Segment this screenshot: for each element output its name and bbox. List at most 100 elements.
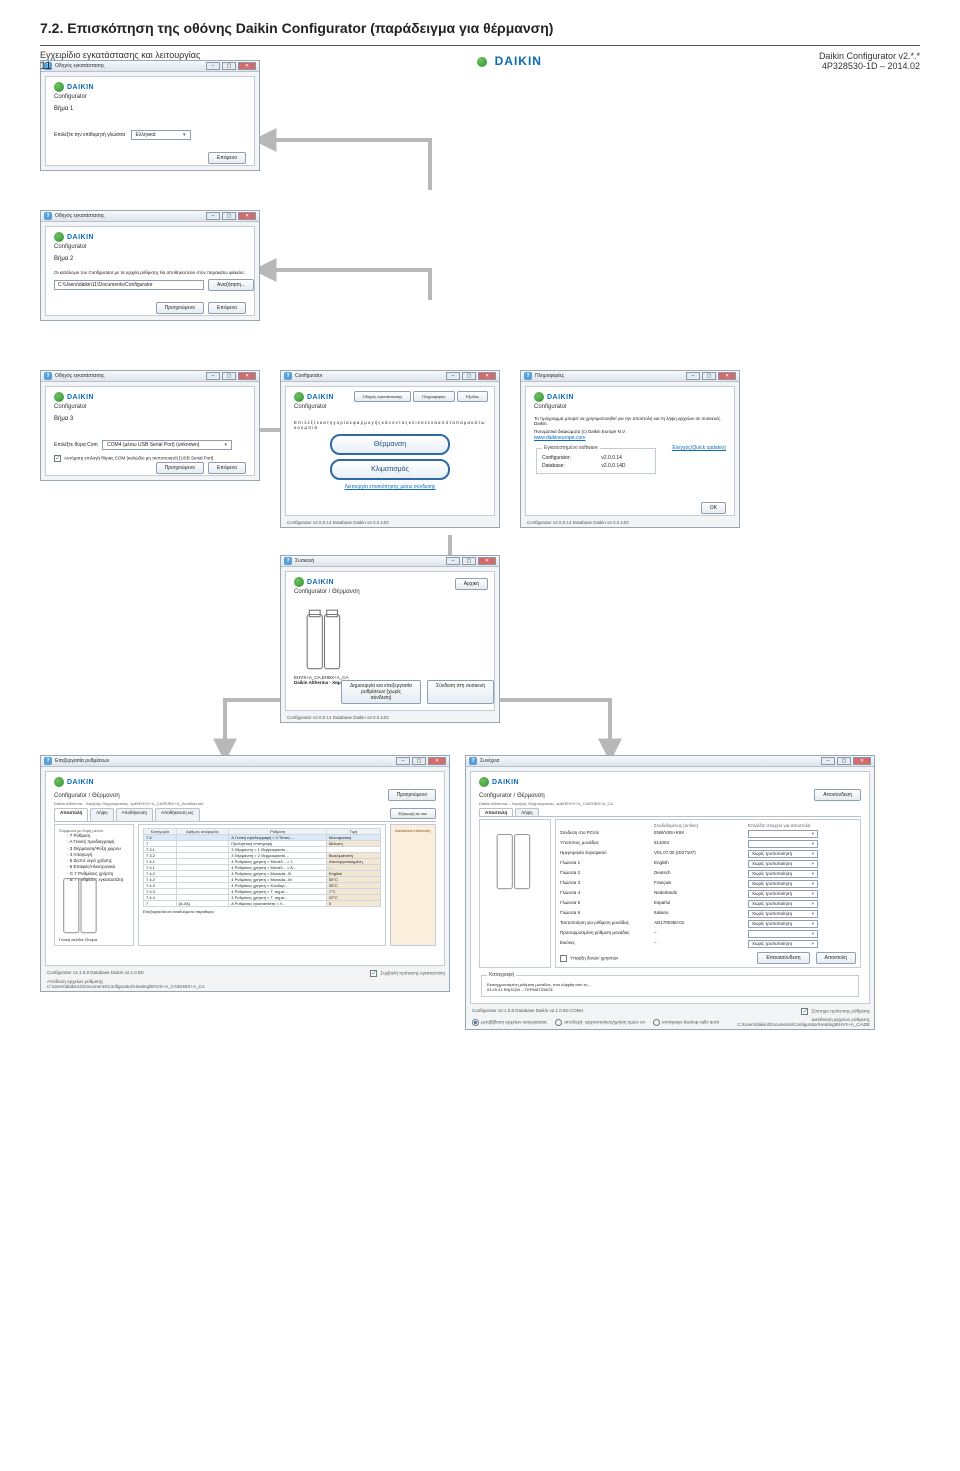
status-bar: Configurator v2.0.0.14 Database Daikin v… [521, 520, 739, 527]
tab-receive[interactable]: Λήψη [90, 808, 113, 821]
heating-button[interactable]: Θέρμανση [330, 434, 450, 455]
maximize-btn[interactable]: ▢ [702, 372, 716, 380]
minimize-btn[interactable]: – [686, 372, 700, 380]
minimize-btn[interactable]: – [206, 212, 220, 220]
minimize-btn[interactable]: – [396, 757, 410, 765]
installer-suggest-checkbox[interactable] [370, 970, 377, 977]
close-btn[interactable]: ✕ [853, 757, 871, 765]
app-icon: ? [44, 372, 52, 380]
wizard-step3-window: ?Οδηγός εγκατάστασης–▢✕ DAIKIN Configura… [40, 370, 260, 481]
kv-select[interactable]: Χωρίς τροποποίηση [748, 880, 818, 888]
tab-send[interactable]: Αποστολή [479, 808, 513, 816]
close-btn[interactable]: ✕ [428, 757, 446, 765]
online-mode-link[interactable]: Λειτουργία επισκόπησης μέσω σύνδεσης [345, 484, 436, 490]
language-dropdown[interactable]: Ελληνικά [131, 130, 191, 140]
close-btn[interactable]: ✕ [478, 557, 496, 565]
export-csv-button[interactable]: Εξαγωγή σε csv [390, 808, 437, 819]
close-btn[interactable]: ✕ [238, 212, 256, 220]
close-btn[interactable]: ✕ [718, 372, 736, 380]
maximize-btn[interactable]: ▢ [462, 372, 476, 380]
minimize-btn[interactable]: – [206, 372, 220, 380]
close-btn[interactable]: ✕ [478, 372, 496, 380]
kv-select[interactable]: Χωρίς τροποποίηση [748, 890, 818, 898]
kv-label: Υποτύπος μονάδας [560, 840, 650, 848]
maximize-btn[interactable]: ▢ [462, 557, 476, 565]
com-port-dropdown[interactable]: COM4 (μέσω USB Serial Port) (unknown) [102, 440, 232, 450]
about-url[interactable]: www.daikineurope.com [534, 435, 585, 441]
next-button[interactable]: Επόμενο [208, 302, 246, 314]
kv-select[interactable]: Χωρίς τροποποίηση [748, 920, 818, 928]
disconnect-button[interactable]: Αποσύνδεση [814, 789, 861, 801]
ok-button[interactable]: OK [701, 502, 726, 514]
kv-select[interactable]: Χωρίς τροποποίηση [748, 940, 818, 948]
send-button[interactable]: Αποστολή [816, 952, 856, 964]
app-subtitle: Configurator [54, 404, 246, 410]
dual-users-label: Υπαρξη δυτών χρηστών [570, 955, 618, 960]
minimize-btn[interactable]: – [446, 372, 460, 380]
tabstrip: Αποστολή Λήψη [479, 808, 861, 817]
resync-button[interactable]: Επανασύνδεση [757, 952, 809, 964]
install-path-input[interactable]: C:\Users\daikin11\Documents\Configurator [54, 280, 204, 290]
kv-value: Français [654, 880, 744, 888]
template-system-checkbox[interactable] [801, 1008, 808, 1015]
dual-users-checkbox[interactable] [560, 955, 567, 962]
table-footer-hint: Επεξεργασία σε αναδυόμενο παράθυρο [143, 909, 381, 914]
next-button[interactable]: Επόμενο [208, 152, 246, 164]
kv-select[interactable] [748, 830, 818, 838]
radio-option[interactable] [472, 1019, 479, 1026]
table-cell[interactable]: 0 [326, 901, 380, 907]
tab-receive[interactable]: Λήψη [515, 808, 538, 816]
tab-save[interactable]: Αποθήκευση [116, 808, 154, 821]
kv-label: Γλώσσα 6 [560, 910, 650, 918]
kv-select[interactable] [748, 930, 818, 938]
kv-select[interactable]: Χωρίς τροποποίηση [748, 910, 818, 918]
grid-col-blank [560, 823, 650, 828]
maximize-btn[interactable]: ▢ [222, 212, 236, 220]
kv-select[interactable] [748, 840, 818, 848]
connect-device-button[interactable]: Σύνδεση στη συσκευή [427, 680, 494, 704]
maximize-btn[interactable]: ▢ [837, 757, 851, 765]
breadcrumb: Daikin Altherma - Χαμηλής Θερμοκρασίας, … [54, 801, 436, 806]
cooling-button[interactable]: Κλιματισμός [330, 459, 450, 480]
settings-table[interactable]: Κατηγορία Αρθμός αναφοράς Ρύθμιση Τιμή 7… [143, 828, 381, 907]
table-cell[interactable]: A Ρυθμίσεις εγκαταστάτη > Λ... [229, 901, 327, 907]
radio-option[interactable] [653, 1019, 660, 1026]
back-button[interactable]: Προηγούμενο [388, 789, 436, 801]
installer-suggest-label: Συμβολή πρότασης εγκαταστάτη [380, 971, 445, 976]
footer-product: Daikin Configurator v2.*.* [819, 51, 920, 61]
radio-option[interactable] [555, 1019, 562, 1026]
check-updates-link[interactable]: Έλεγχος(Quick updates) [672, 445, 726, 451]
home-button[interactable]: Αρχική [455, 578, 488, 590]
auto-com-checkbox[interactable] [54, 455, 61, 462]
config-dir-path: C:\Users\daikin\Documents\Configurator\H… [737, 1022, 870, 1027]
mode-radiogroup[interactable]: μεταβίβαση αρχείων κατεργασίας αποδοχή· … [472, 1017, 729, 1027]
status-bar: Configurator v2.0.0.14 Database Daikin v… [281, 520, 499, 527]
back-button[interactable]: Προηγούμενο [156, 462, 204, 474]
top-about-button[interactable]: Πληροφορίες [413, 391, 454, 402]
kv-select[interactable]: Χωρίς τροποποίηση [748, 900, 818, 908]
main-window: ?Configurator–▢✕ Οδηγός εγκατάστασης Πλη… [280, 370, 500, 528]
minimize-btn[interactable]: – [821, 757, 835, 765]
back-button[interactable]: Προηγούμενο [156, 302, 204, 314]
table-cell[interactable]: 7 [144, 901, 177, 907]
top-exit-button[interactable]: Έξοδος [457, 391, 488, 402]
maximize-btn[interactable]: ▢ [222, 372, 236, 380]
minimize-btn[interactable]: – [446, 557, 460, 565]
kv-select[interactable]: Χωρίς τροποποίηση [748, 860, 818, 868]
kv-select[interactable]: Χωρίς τροποποίηση [748, 850, 818, 858]
kv-select[interactable]: Χωρίς τροποποίηση [748, 870, 818, 878]
create-edit-offline-button[interactable]: Δημιουργία και επεξεργασία ρυθμίσεων (χω… [341, 680, 421, 704]
app-subtitle: Configurator [54, 244, 246, 250]
kv-label: Γλώσσα 1 [560, 860, 650, 868]
app-icon: ? [284, 557, 292, 565]
maximize-btn[interactable]: ▢ [412, 757, 426, 765]
top-wizard-button[interactable]: Οδηγός εγκατάστασης [354, 391, 412, 402]
next-button[interactable]: Επόμενο [208, 462, 246, 474]
tree-item[interactable]: 3 Θέρμανση/Ψύξη χώρου [67, 846, 129, 852]
tab-send[interactable]: Αποστολή [54, 808, 88, 821]
tab-saveas[interactable]: Αποθήκευση ως [155, 808, 199, 821]
close-btn[interactable]: ✕ [238, 372, 256, 380]
browse-button[interactable]: Αναζήτηση... [208, 279, 254, 291]
table-cell[interactable]: [A-0A] [176, 901, 229, 907]
step-label: Βήμα 2 [54, 256, 246, 262]
